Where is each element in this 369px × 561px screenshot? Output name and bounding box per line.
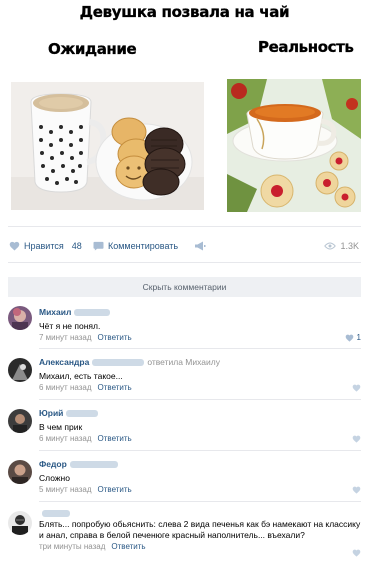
comment-like-button[interactable] xyxy=(352,384,361,392)
redacted-surname xyxy=(69,460,118,468)
comment-item: Александра ответила Михаилу Михаил, есть … xyxy=(0,356,369,401)
post-actions: Нравится 48 Комментировать 1.3K xyxy=(0,232,369,262)
heart-icon xyxy=(352,549,361,557)
divider xyxy=(8,262,361,263)
divider xyxy=(39,399,361,400)
comment-label: Комментировать xyxy=(108,241,179,251)
redacted-surname xyxy=(66,409,99,417)
expectation-photo xyxy=(11,82,204,210)
comment-like-button[interactable]: 1 xyxy=(345,333,361,342)
comment-author[interactable]: Федор xyxy=(39,459,67,469)
avatar[interactable] xyxy=(8,460,32,484)
comment-like-button[interactable] xyxy=(352,435,361,443)
heart-icon xyxy=(352,435,361,443)
redacted-name xyxy=(42,510,70,517)
reality-label: Реальность xyxy=(258,38,354,56)
reply-button[interactable]: Ответить xyxy=(98,333,132,342)
comment-time[interactable]: 5 минут назад xyxy=(39,485,92,494)
comment-item: Блять... попробую обьяснить: слева 2 вид… xyxy=(0,509,369,561)
comment-like-count: 1 xyxy=(356,333,361,342)
avatar[interactable] xyxy=(8,409,32,433)
divider xyxy=(8,226,361,227)
divider xyxy=(39,348,361,349)
avatar[interactable] xyxy=(8,358,32,382)
share-button[interactable] xyxy=(194,241,206,251)
heart-icon xyxy=(9,241,20,251)
views-count: 1.3K xyxy=(340,241,359,251)
comment-item: Михаил Чёт я не понял. 7 минут назад Отве… xyxy=(0,306,369,351)
comment-time[interactable]: 7 минут назад xyxy=(39,333,92,342)
expectation-label: Ожидание xyxy=(48,40,137,58)
comment-author[interactable]: Михаил xyxy=(39,307,71,317)
comment-text: Чёт я не понял. xyxy=(39,321,101,331)
comment-text: В чем прик xyxy=(39,422,83,432)
avatar[interactable] xyxy=(8,306,32,330)
eye-icon xyxy=(324,242,337,250)
divider xyxy=(39,450,361,451)
like-count: 48 xyxy=(71,241,82,251)
comment-icon xyxy=(93,241,104,251)
comment-like-button[interactable] xyxy=(352,549,361,557)
heart-icon xyxy=(352,486,361,494)
like-label: Нравится xyxy=(24,241,64,251)
avatar[interactable] xyxy=(8,511,32,535)
comment-item: Федор Сложно 5 минут назад Ответить xyxy=(0,458,369,503)
reply-button[interactable]: Ответить xyxy=(98,485,132,494)
divider xyxy=(39,501,361,502)
comment-author[interactable]: Александра xyxy=(39,357,89,367)
reply-button[interactable]: Ответить xyxy=(98,383,132,392)
reply-to-label[interactable]: ответила Михаилу xyxy=(147,357,220,367)
comment-button[interactable]: Комментировать xyxy=(93,241,178,251)
megaphone-icon xyxy=(195,241,206,251)
redacted-surname xyxy=(92,358,145,366)
heart-icon xyxy=(352,384,361,392)
comment-text: Михаил, есть такое... xyxy=(39,371,123,381)
comment-time[interactable]: 6 минут назад xyxy=(39,434,92,443)
reply-button[interactable]: Ответить xyxy=(98,434,132,443)
comment-author[interactable]: Юрий xyxy=(39,408,63,418)
redacted-surname xyxy=(74,308,111,316)
hide-comments-button[interactable]: Скрыть комментарии xyxy=(8,277,361,297)
comment-text: Блять... попробую обьяснить: слева 2 вид… xyxy=(39,519,361,540)
comment-text: Сложно xyxy=(39,473,70,483)
comment-time[interactable]: 6 минут назад xyxy=(39,383,92,392)
views-counter: 1.3K xyxy=(324,241,359,251)
like-button[interactable]: Нравится 48 xyxy=(9,241,82,251)
heart-icon xyxy=(345,334,353,342)
meme-title: Девушка позвала на чай xyxy=(79,3,290,21)
comment-item: Юрий В чем прик 6 минут назад Ответить xyxy=(0,407,369,452)
reply-button[interactable]: Ответить xyxy=(111,542,145,551)
comment-like-button[interactable] xyxy=(352,486,361,494)
reality-photo xyxy=(227,79,361,212)
post-image[interactable]: Девушка позвала на чай Ожидание Реальнос… xyxy=(0,0,369,222)
comment-time[interactable]: три минуты назад xyxy=(39,542,105,551)
